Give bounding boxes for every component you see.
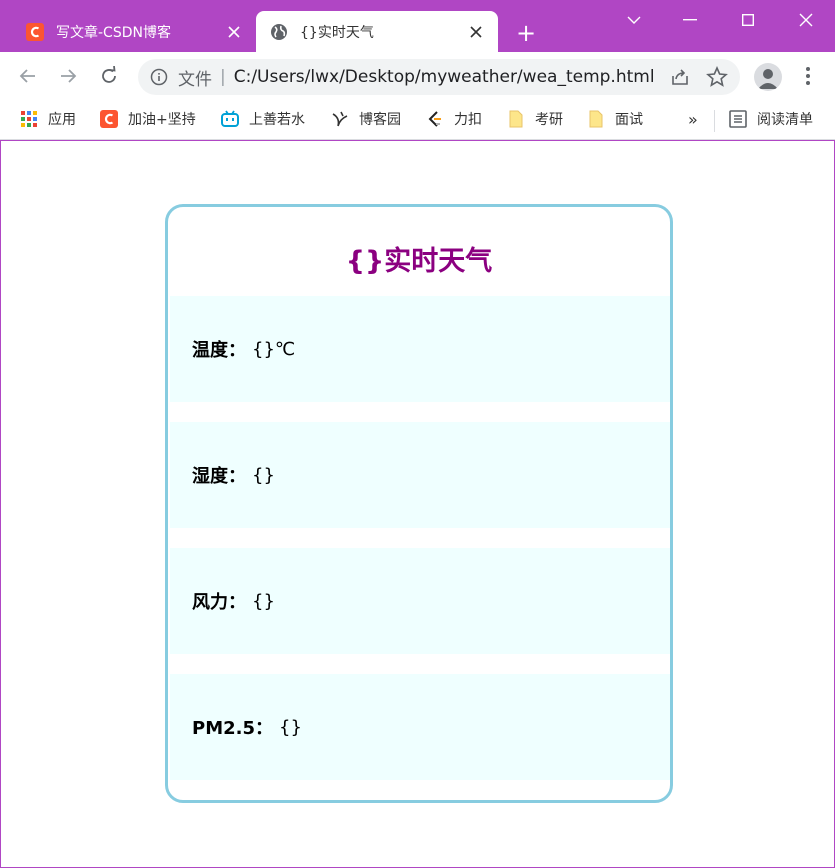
- bookmark-folder-kaoyan[interactable]: 考研: [507, 106, 563, 132]
- info-icon[interactable]: [150, 68, 168, 86]
- back-arrow-icon[interactable]: [16, 64, 40, 88]
- reading-list-icon: [729, 110, 747, 128]
- weather-card: {}实时天气 温度： {}℃ 湿度： {} 风力： {} PM2.5： {}: [165, 204, 673, 803]
- row-label: 湿度：: [192, 466, 246, 487]
- bookmarks-bar: 应用 加油+坚持 上善若水 博客园 力扣 考研 面试 » 阅读清单: [0, 100, 835, 140]
- bookmark-label: 加油+坚持: [128, 112, 196, 128]
- scheme-separator: |: [220, 67, 226, 87]
- url-text[interactable]: C:/Users/lwx/Desktop/myweather/wea_temp.…: [234, 67, 655, 87]
- profile-avatar-icon[interactable]: [754, 63, 782, 91]
- bookmark-apps[interactable]: 应用: [20, 106, 76, 132]
- close-icon[interactable]: [224, 22, 244, 42]
- more-bookmarks-button[interactable]: »: [688, 110, 698, 129]
- row-label: 温度：: [192, 340, 246, 361]
- globe-icon: [271, 23, 287, 40]
- leetcode-icon: [428, 111, 441, 127]
- bookmark-label: 考研: [535, 112, 563, 128]
- page-viewport: {}实时天气 温度： {}℃ 湿度： {} 风力： {} PM2.5： {}: [1, 141, 834, 867]
- forward-arrow-icon[interactable]: [56, 64, 80, 88]
- bilibili-icon: [221, 110, 239, 127]
- minimize-icon[interactable]: [670, 6, 710, 34]
- cnblogs-icon: [332, 111, 348, 127]
- bookmark-label: 应用: [48, 112, 76, 128]
- bookmark-label: 博客园: [359, 112, 401, 128]
- address-bar[interactable]: 文件 | C:/Users/lwx/Desktop/myweather/wea_…: [138, 59, 740, 95]
- weather-row-pm25: PM2.5： {}: [170, 674, 670, 780]
- row-value: {}℃: [252, 338, 296, 360]
- bookmark-csdn[interactable]: 加油+坚持: [100, 106, 196, 132]
- bookmark-cnblogs[interactable]: 博客园: [331, 106, 401, 132]
- maximize-icon[interactable]: [728, 6, 768, 34]
- new-tab-button[interactable]: +: [512, 20, 540, 48]
- share-icon[interactable]: [670, 67, 690, 87]
- bookmark-label: 面试: [615, 112, 643, 128]
- close-icon[interactable]: [466, 22, 486, 42]
- bookmark-leetcode[interactable]: 力扣: [426, 106, 482, 132]
- weather-row-wind: 风力： {}: [170, 548, 670, 654]
- tab-weather[interactable]: {}实时天气: [256, 11, 498, 52]
- reload-icon[interactable]: [97, 64, 121, 88]
- tab-title: {}实时天气: [300, 24, 374, 41]
- reading-list-label: 阅读清单: [757, 112, 813, 128]
- weather-row-humidity: 湿度： {}: [170, 422, 670, 528]
- bookmark-star-icon[interactable]: [706, 66, 728, 88]
- scheme-label: 文件: [178, 69, 212, 90]
- bookmark-label: 上善若水: [249, 112, 305, 128]
- weather-row-temperature: 温度： {}℃: [170, 296, 670, 402]
- bookmark-folder-mianshi[interactable]: 面试: [587, 106, 643, 132]
- bookmarks-divider: [714, 110, 715, 132]
- row-value: {}: [252, 590, 275, 612]
- row-label: 风力：: [192, 592, 246, 613]
- page-title: {}实时天气: [345, 246, 493, 277]
- row-value: {}: [279, 716, 302, 738]
- bookmark-label: 力扣: [454, 112, 482, 128]
- row-label: PM2.5：: [192, 718, 273, 739]
- tab-csdn-write[interactable]: 写文章-CSDN博客: [12, 11, 256, 52]
- apps-grid-icon: [21, 111, 37, 127]
- folder-icon: [509, 110, 523, 128]
- tab-title: 写文章-CSDN博客: [56, 24, 171, 41]
- row-value: {}: [252, 464, 275, 486]
- browser-titlebar: 写文章-CSDN博客 {}实时天气 +: [0, 0, 835, 52]
- bookmark-bilibili[interactable]: 上善若水: [221, 106, 305, 132]
- browser-toolbar: 文件 | C:/Users/lwx/Desktop/myweather/wea_…: [0, 52, 835, 100]
- csdn-icon: [26, 22, 44, 41]
- folder-icon: [589, 110, 603, 128]
- csdn-icon: [100, 110, 118, 128]
- tab-search-chevron-icon[interactable]: [614, 6, 654, 34]
- window-close-icon[interactable]: [786, 6, 826, 34]
- more-menu-icon[interactable]: [796, 64, 820, 88]
- reading-list-button[interactable]: 阅读清单: [729, 106, 813, 132]
